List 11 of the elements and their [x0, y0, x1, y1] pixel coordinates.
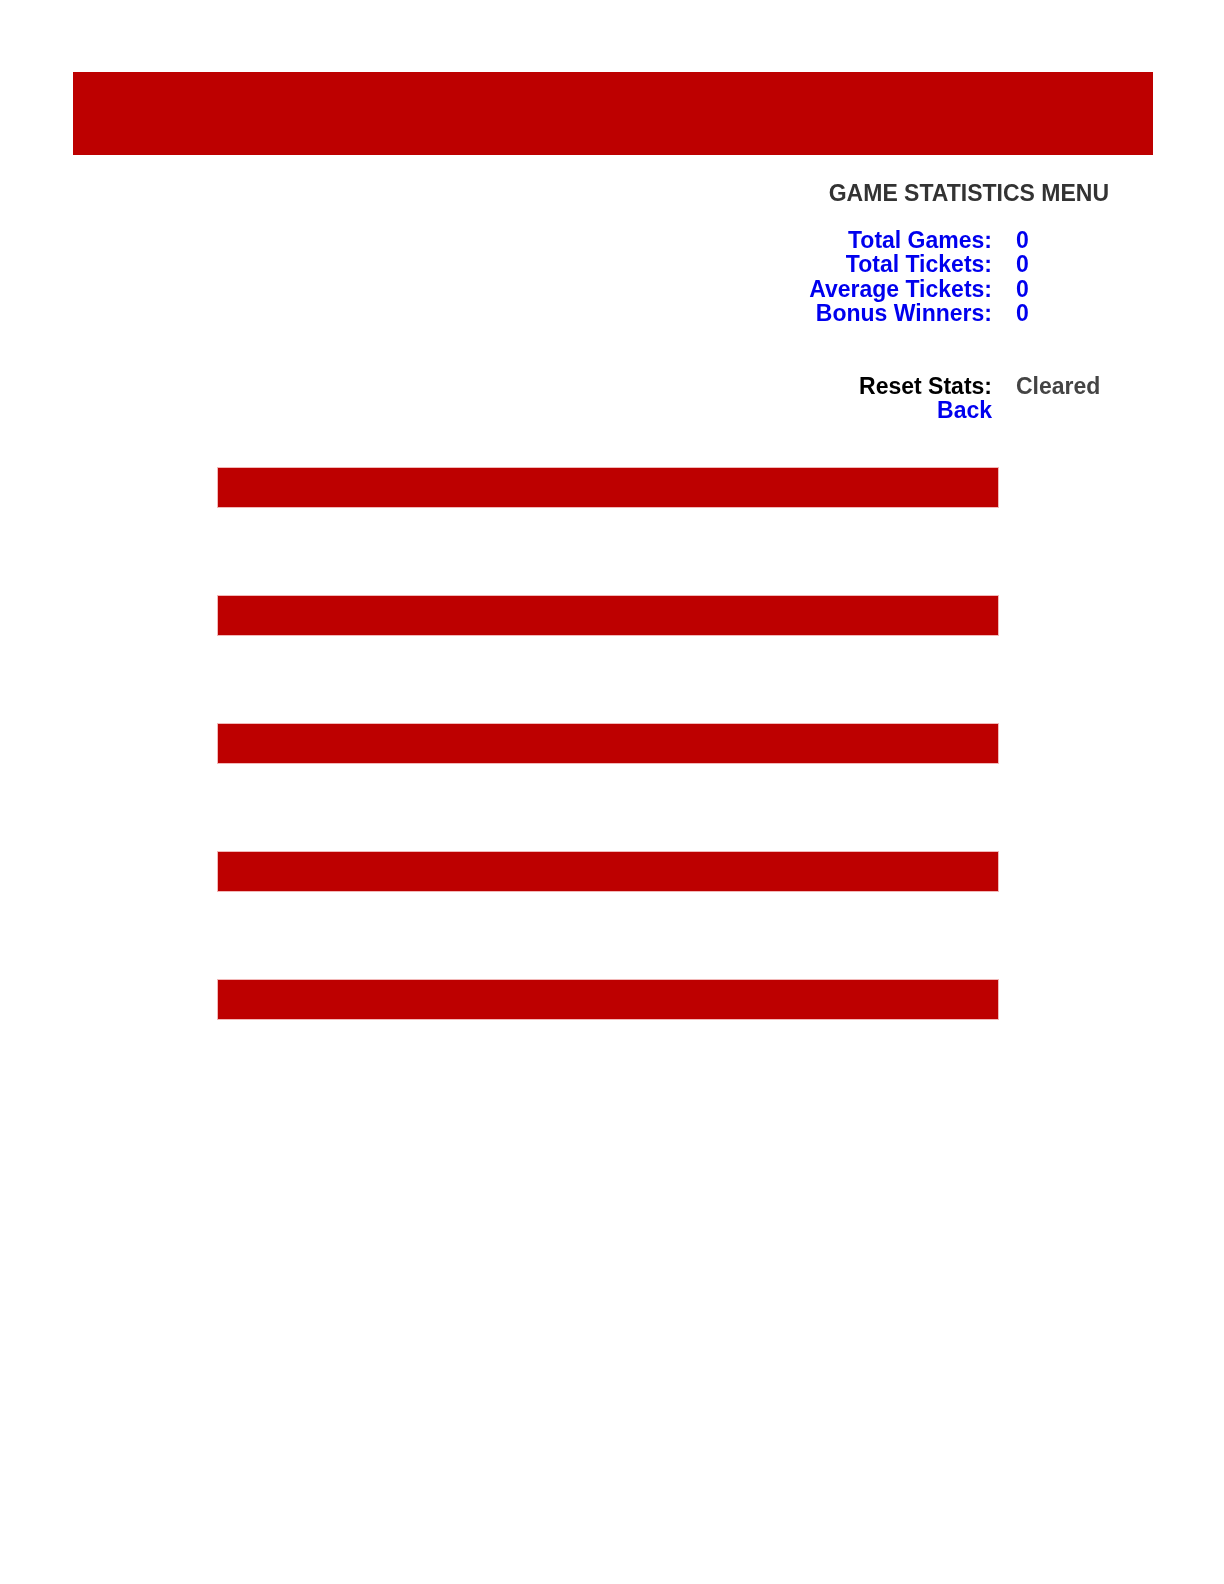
reset-status: Cleared — [1016, 374, 1102, 399]
page-title: GAME STATISTICS MENU — [828, 180, 1109, 206]
stat-label: Total Tickets: — [844, 252, 992, 277]
stat-label: Average Tickets: — [809, 276, 992, 301]
stat-label: Total Games: — [847, 228, 992, 253]
reset-stats-label: Reset Stats: — [859, 374, 992, 399]
stat-value: 0 — [1016, 300, 1030, 326]
stat-value: 0 — [1016, 276, 1030, 301]
stat-value: 0 — [1016, 252, 1030, 277]
back-link[interactable]: Back — [937, 398, 992, 423]
stat-value: 0 — [1016, 228, 1030, 253]
